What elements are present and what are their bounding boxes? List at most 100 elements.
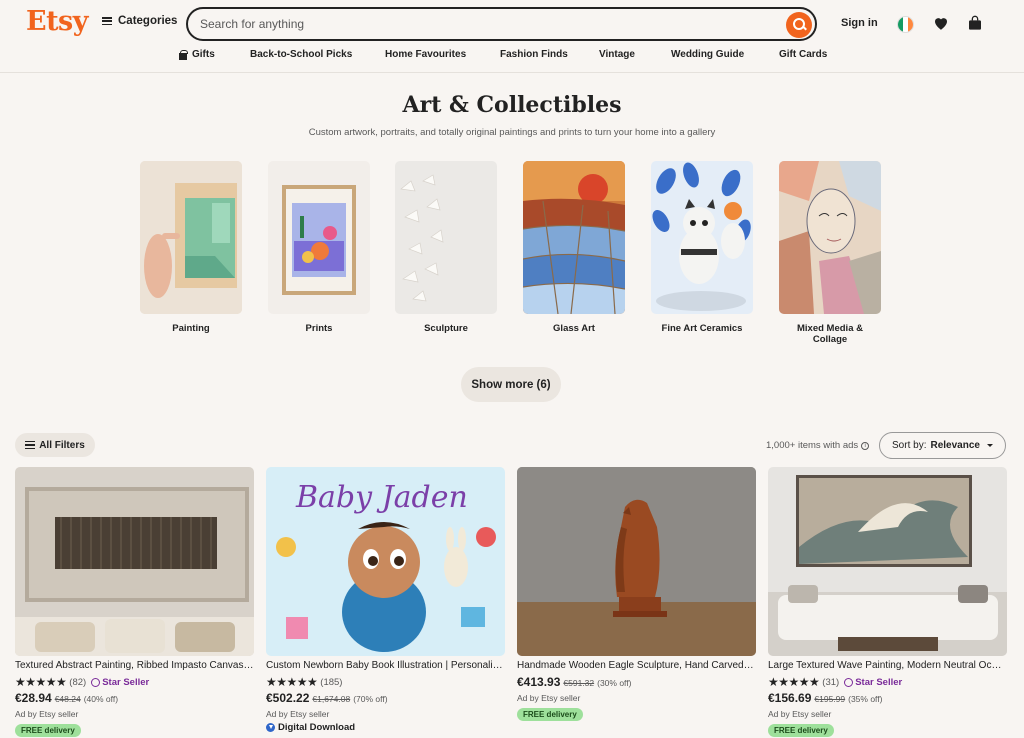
- listing-title[interactable]: Handmade Wooden Eagle Sculpture, Hand Ca…: [517, 660, 756, 672]
- star-seller-label: Star Seller: [855, 676, 903, 688]
- menu-icon: [102, 17, 112, 26]
- download-icon: [266, 723, 275, 732]
- discount: (40% off): [83, 694, 119, 704]
- categories-label: Categories: [118, 15, 178, 27]
- original-price: €48.24: [54, 694, 81, 704]
- sign-in-link[interactable]: Sign in: [841, 17, 878, 29]
- category-card-sculpture[interactable]: Sculpture: [395, 161, 497, 334]
- sort-prefix: Sort by:: [892, 440, 927, 451]
- category-card-painting[interactable]: Painting: [140, 161, 242, 334]
- cart-bag-icon[interactable]: [967, 15, 983, 31]
- nav-item-gifts[interactable]: Gifts: [178, 49, 215, 60]
- star-seller-badge: Star Seller: [844, 677, 902, 688]
- digital-download-label: Digital Download: [278, 722, 356, 733]
- category-image: [395, 161, 497, 314]
- search-placeholder: Search for anything: [200, 17, 305, 31]
- price-row: €156.69 €195.99 (35% off): [768, 691, 1007, 706]
- star-rating: ★★★★★: [266, 675, 318, 689]
- ireland-flag-icon[interactable]: [897, 16, 914, 33]
- listing-card[interactable]: Large Textured Wave Painting, Modern Neu…: [768, 467, 1007, 738]
- review-count: (31): [822, 676, 840, 688]
- category-image: [651, 161, 753, 314]
- star-seller-icon: [844, 677, 854, 687]
- category-image: [268, 161, 370, 314]
- all-filters-button[interactable]: All Filters: [15, 433, 95, 457]
- header: Etsy Categories Search for anything Sign…: [0, 0, 1024, 46]
- page-subtitle: Custom artwork, portraits, and totally o…: [308, 127, 716, 138]
- free-delivery-badge: FREE delivery: [15, 724, 81, 737]
- review-count: (82): [69, 676, 87, 688]
- category-label: Painting: [172, 323, 210, 334]
- gift-icon: [178, 49, 188, 60]
- filter-sliders-icon: [25, 441, 36, 449]
- category-label: Fine Art Ceramics: [661, 323, 743, 334]
- ad-label: Ad by Etsy seller: [768, 709, 832, 719]
- listing-title[interactable]: Textured Abstract Painting, Ribbed Impas…: [15, 660, 254, 672]
- listing-title[interactable]: Large Textured Wave Painting, Modern Neu…: [768, 660, 1007, 672]
- all-filters-label: All Filters: [39, 439, 85, 451]
- star-rating: ★★★★★: [15, 675, 67, 689]
- nav-item-home-favourites[interactable]: Home Favourites: [385, 49, 466, 60]
- search-input[interactable]: Search for anything: [186, 7, 817, 41]
- free-delivery-badge: FREE delivery: [517, 708, 583, 721]
- sort-value: Relevance: [930, 440, 980, 451]
- free-delivery-badge: FREE delivery: [768, 724, 834, 737]
- listing-image: Baby Jaden: [266, 467, 505, 656]
- original-price: €195.99: [814, 694, 846, 704]
- listing-card[interactable]: Textured Abstract Painting, Ribbed Impas…: [15, 467, 254, 738]
- star-seller-label: Star Seller: [102, 676, 150, 688]
- show-more-button[interactable]: Show more (6): [461, 367, 561, 402]
- nav-item-fashion-finds[interactable]: Fashion Finds: [500, 49, 568, 60]
- nav-item-back-to-school[interactable]: Back-to-School Picks: [250, 49, 352, 60]
- price-row: €28.94 €48.24 (40% off): [15, 691, 254, 706]
- price: €28.94: [15, 691, 52, 705]
- star-rating: ★★★★★: [768, 675, 820, 689]
- price: €156.69: [768, 691, 812, 705]
- discount: (30% off): [597, 678, 632, 688]
- listing-card[interactable]: Baby Jaden Custom Newborn Baby Book Illu…: [266, 467, 505, 733]
- ad-label: Ad by Etsy seller: [15, 709, 79, 719]
- discount: (35% off): [848, 694, 883, 704]
- category-image: [140, 161, 242, 314]
- favorites-heart-icon[interactable]: [932, 14, 950, 32]
- category-card-fine-art-ceramics[interactable]: Fine Art Ceramics: [651, 161, 753, 334]
- listing-image: [517, 467, 756, 656]
- category-label: Glass Art: [553, 323, 595, 334]
- results-count-text: 1,000+ items with ads: [766, 440, 859, 451]
- nav-divider: [0, 72, 1024, 73]
- listing-image: [768, 467, 1007, 656]
- category-card-prints[interactable]: Prints: [268, 161, 370, 334]
- rating-row: ★★★★★ (82) Star Seller: [15, 675, 254, 689]
- category-image: [523, 161, 625, 314]
- price: €413.93: [517, 675, 561, 689]
- original-price: €591.32: [563, 678, 595, 688]
- ad-label: Ad by Etsy seller: [517, 693, 581, 703]
- search-icon[interactable]: [786, 11, 812, 38]
- etsy-logo[interactable]: Etsy: [26, 6, 88, 37]
- discount: (70% off): [353, 694, 388, 704]
- nav-item-gift-cards[interactable]: Gift Cards: [779, 49, 827, 60]
- star-seller-badge: Star Seller: [91, 677, 149, 688]
- star-seller-icon: [91, 677, 101, 687]
- rating-row: ★★★★★ (185): [266, 675, 505, 689]
- nav-item-vintage[interactable]: Vintage: [599, 49, 635, 60]
- price-row: €413.93 €591.32 (30% off): [517, 675, 756, 690]
- category-card-glass-art[interactable]: Glass Art: [523, 161, 625, 334]
- category-label: Sculpture: [424, 323, 468, 334]
- page-title: Art & Collectibles: [402, 92, 622, 118]
- category-label: Prints: [305, 323, 333, 334]
- price-row: €502.22 €1,674.08 (70% off): [266, 691, 505, 706]
- info-icon[interactable]: i: [861, 441, 870, 450]
- digital-download-badge: Digital Download: [266, 722, 505, 733]
- chevron-down-icon: [986, 444, 993, 447]
- sort-dropdown[interactable]: Sort by: Relevance: [879, 432, 1006, 459]
- ad-label: Ad by Etsy seller: [266, 709, 330, 719]
- original-price: €1,674.08: [312, 694, 351, 704]
- listing-card[interactable]: Handmade Wooden Eagle Sculpture, Hand Ca…: [517, 467, 756, 722]
- category-card-mixed-media-collage[interactable]: Mixed Media & Collage: [779, 161, 881, 345]
- listing-title[interactable]: Custom Newborn Baby Book Illustration | …: [266, 660, 505, 672]
- category-label: Mixed Media & Collage: [797, 323, 863, 345]
- categories-button[interactable]: Categories: [102, 15, 177, 27]
- results-count: 1,000+ items with ads i: [766, 440, 870, 451]
- nav-item-wedding-guide[interactable]: Wedding Guide: [671, 49, 744, 60]
